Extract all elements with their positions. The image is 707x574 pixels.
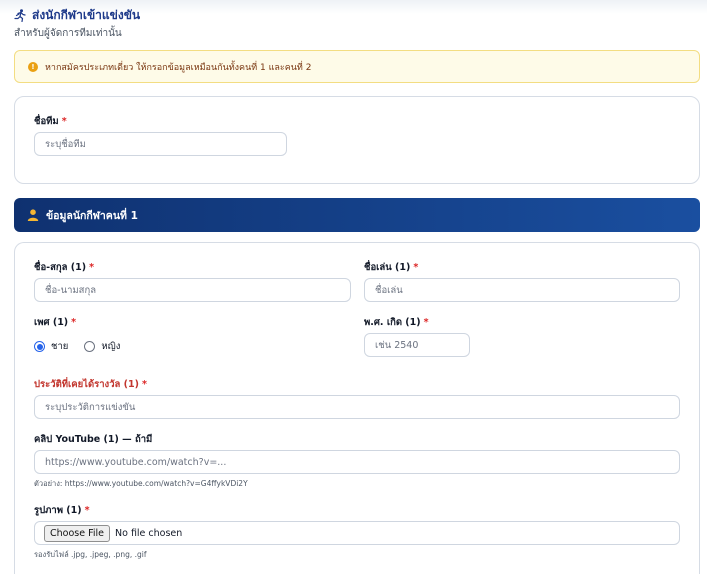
youtube-label: คลิป YouTube (1) — ถ้ามี: [34, 434, 153, 445]
team-name-label: ชื่อทีม *: [34, 116, 67, 127]
player-section-title: ข้อมูลนักกีฬาคนที่ 1: [46, 209, 138, 222]
required-mark: *: [61, 116, 67, 127]
youtube-input[interactable]: https://www.youtube.com/watch?v=...: [34, 450, 680, 474]
gender-label: เพศ (1) *: [34, 317, 77, 328]
fullname-label: ชื่อ-สกุล (1) *: [34, 262, 95, 273]
alert-text: หากสมัครประเภทเดี่ยว ให้กรอกข้อมูลเหมือน…: [45, 62, 312, 73]
choose-file-button[interactable]: Choose File: [44, 524, 110, 542]
photo-hint: รองรับไฟล์ .jpg, .jpeg, .png, .gif: [34, 550, 147, 559]
file-status: No file chosen: [115, 527, 183, 539]
photo-file-input[interactable]: Choose File No file chosen: [34, 521, 680, 545]
info-icon: !: [28, 61, 38, 72]
user-icon: [27, 209, 39, 221]
photo-label: รูปภาพ (1) *: [34, 505, 90, 516]
gender-male-label: ชาย: [51, 341, 69, 352]
page-title: ส่งนักกีฬาเข้าแข่งขัน: [14, 6, 140, 25]
page-title-text: ส่งนักกีฬาเข้าแข่งขัน: [32, 8, 141, 22]
page-subtitle: สำหรับผู้จัดการทีมเท่านั้น: [14, 28, 122, 39]
gender-female-label: หญิง: [101, 341, 121, 352]
fullname-input[interactable]: ชื่อ-นามสกุล: [34, 278, 351, 302]
awards-label: ประวัติที่เคยได้รางวัล (1) *: [34, 379, 147, 390]
team-name-input[interactable]: ระบุชื่อทีม: [34, 132, 287, 156]
info-alert: ! หากสมัครประเภทเดี่ยว ให้กรอกข้อมูลเหมื…: [14, 50, 700, 83]
gender-female-radio[interactable]: [84, 341, 96, 352]
nickname-input[interactable]: ชื่อเล่น: [364, 278, 680, 302]
awards-input[interactable]: ระบุประวัติการแข่งขัน: [34, 395, 680, 419]
birthyear-label: พ.ศ. เกิด (1) *: [364, 317, 429, 328]
birthyear-input[interactable]: เช่น 2540: [364, 333, 470, 357]
gender-radio-group: ชาย หญิง: [34, 339, 120, 354]
gender-male-radio[interactable]: [34, 341, 45, 352]
nickname-label: ชื่อเล่น (1) *: [364, 262, 419, 273]
youtube-hint: ตัวอย่าง: https://www.youtube.com/watch?…: [34, 479, 248, 488]
running-person-icon: [14, 9, 26, 22]
player-section-banner: ข้อมูลนักกีฬาคนที่ 1: [14, 198, 700, 232]
